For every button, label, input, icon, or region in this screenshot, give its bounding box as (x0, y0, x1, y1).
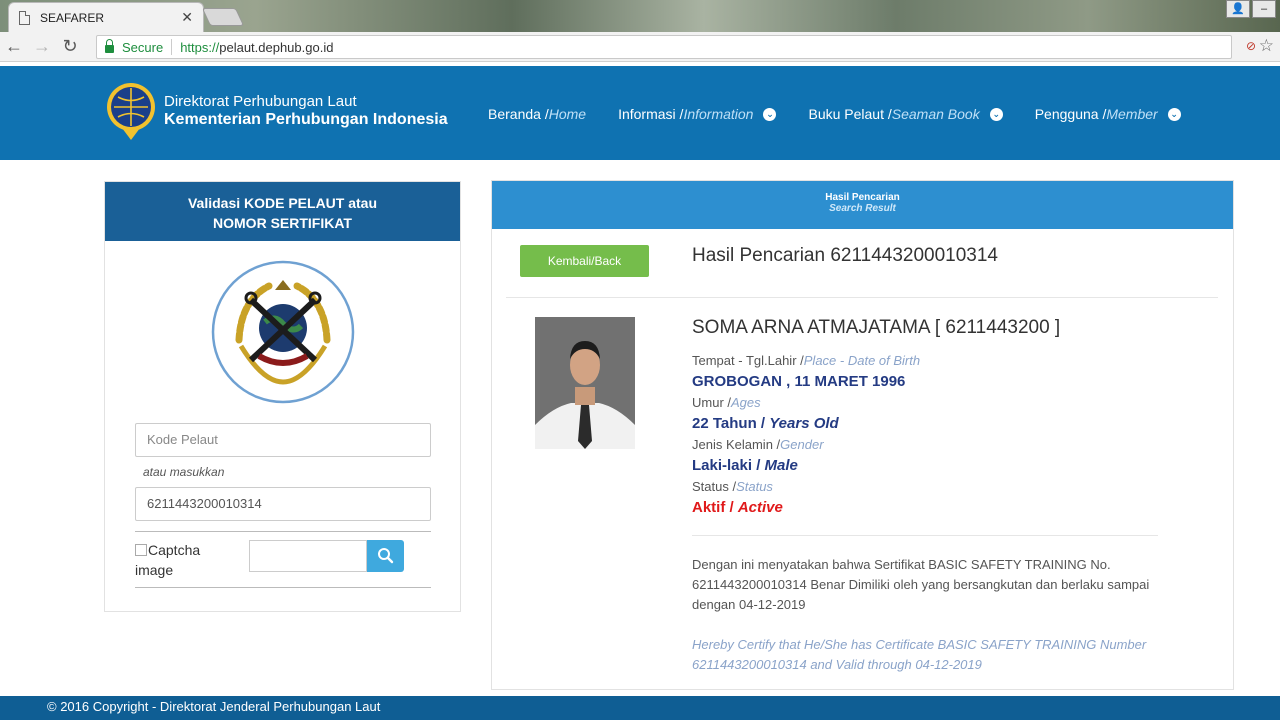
form-divider (135, 587, 431, 588)
validation-title-line2: NOMOR SERTIFIKAT (213, 215, 352, 231)
nav-label-en: Seaman Book (891, 106, 980, 122)
broken-image-icon (135, 544, 147, 556)
nav-label: Pengguna / (1034, 106, 1107, 122)
back-arrow-icon[interactable]: ← (0, 36, 28, 57)
seafarer-name: SOMA ARNA ATMAJATAMA [ 6211443200 ] (692, 317, 1061, 338)
certificate-number-input[interactable]: 6211443200010314 (135, 487, 431, 521)
result-title: Hasil Pencarian 6211443200010314 (692, 245, 999, 266)
ministry-logo-icon (107, 83, 155, 140)
gender-value-id: Laki-laki / (692, 457, 765, 474)
secure-label: Secure (122, 39, 164, 55)
url-host: pelaut.dephub.go.id (219, 39, 334, 55)
org-name-line1: Direktorat Perhubungan Laut (164, 93, 357, 110)
bookmark-star-icon[interactable]: ☆ (1259, 36, 1274, 56)
browser-tabstrip: SEAFARER ✕ 👤 – (0, 0, 1280, 32)
details-divider (692, 535, 1158, 536)
nav-label-en: Information (683, 106, 754, 122)
back-button[interactable]: Kembali/Back (520, 245, 649, 277)
captcha-alt-line2: image (135, 562, 174, 578)
captcha-input[interactable] (249, 540, 367, 572)
search-icon (378, 548, 394, 564)
new-tab-button[interactable] (201, 8, 245, 26)
browser-tab[interactable]: SEAFARER ✕ (8, 2, 204, 32)
nav-item-home[interactable]: Beranda / Home (488, 106, 586, 122)
age-label-en: Ages (731, 395, 761, 410)
gender-label-id: Jenis Kelamin / (692, 437, 781, 452)
birth-label-id: Tempat - Tgl.Lahir / (692, 353, 804, 368)
nav-label: Informasi / (618, 106, 684, 122)
age-value-id: 22 Tahun / (692, 415, 770, 432)
validation-panel: Validasi KODE PELAUT atau NOMOR SERTIFIK… (104, 181, 461, 612)
search-result-panel: Hasil Pencarian Search Result Kembali/Ba… (491, 180, 1234, 690)
site-logo[interactable]: Direktorat Perhubungan Laut Kementerian … (104, 80, 448, 142)
captcha-alt-line1: Captcha (148, 542, 201, 558)
age-value: 22 Tahun / Years Old (692, 413, 1172, 434)
site-settings-icon[interactable]: ⊘ (1246, 39, 1256, 53)
document-icon (19, 10, 30, 25)
search-button[interactable] (367, 540, 404, 572)
gender-value: Laki-laki / Male (692, 455, 1172, 476)
omnibox-separator (171, 39, 173, 55)
nav-label-en: Home (548, 106, 587, 122)
gender-label: Jenis Kelamin /Gender (692, 434, 1172, 455)
seafarer-photo (535, 317, 635, 449)
status-value-en: Active (737, 499, 783, 516)
main-nav: Beranda / Home Informasi / Information ⌄… (488, 106, 1213, 122)
or-enter-hint: atau masukkan (143, 465, 225, 479)
user-icon[interactable]: 👤 (1226, 0, 1250, 18)
chevron-down-icon: ⌄ (1167, 107, 1181, 121)
search-result-header: Hasil Pencarian Search Result (492, 181, 1233, 229)
certificate-statement-en: Hereby Certify that He/She has Certifica… (692, 637, 1147, 672)
site-footer: © 2016 Copyright - Direktorat Jenderal P… (0, 696, 1280, 720)
result-header-subtitle: Search Result (829, 203, 896, 214)
tab-title: SEAFARER (40, 10, 105, 25)
age-value-en: Years Old (769, 415, 839, 432)
nav-item-member[interactable]: Pengguna / Member ⌄ (1035, 106, 1181, 122)
nav-label-en: Member (1106, 106, 1158, 122)
reload-icon[interactable]: ↻ (56, 36, 84, 57)
status-value: Aktif / Active (692, 497, 1172, 518)
status-label-id: Status / (692, 479, 737, 494)
result-divider (506, 297, 1218, 298)
seafarer-details: Tempat - Tgl.Lahir /Place - Date of Birt… (692, 350, 1172, 518)
minimize-icon[interactable]: – (1252, 0, 1276, 18)
status-label-en: Status (736, 479, 773, 494)
url-text: https://pelaut.dephub.go.id (180, 40, 333, 55)
validation-panel-title: Validasi KODE PELAUT atau NOMOR SERTIFIK… (105, 182, 460, 241)
form-divider (135, 531, 431, 532)
nav-label: Beranda / (488, 106, 549, 122)
birth-value: GROBOGAN , 11 MARET 1996 (692, 373, 906, 390)
browser-toolbar: ← → ↻ Secure https://pelaut.dephub.go.id… (0, 32, 1280, 62)
address-bar[interactable]: Secure https://pelaut.dephub.go.id (96, 35, 1232, 59)
lock-icon (105, 39, 114, 53)
birth-label-en: Place - Date of Birth (803, 353, 921, 368)
forward-arrow-icon[interactable]: → (28, 36, 56, 57)
nav-item-information[interactable]: Informasi / Information ⌄ (618, 106, 777, 122)
org-name-line2: Kementerian Perhubungan Indonesia (164, 111, 448, 128)
status-label: Status /Status (692, 476, 1172, 497)
birth-label: Tempat - Tgl.Lahir /Place - Date of Birt… (692, 350, 1172, 371)
certificate-statement-id: Dengan ini menyatakan bahwa Sertifikat B… (692, 557, 1150, 612)
age-label-id: Umur / (692, 395, 731, 410)
site-header: Direktorat Perhubungan Laut Kementerian … (0, 66, 1280, 160)
nav-item-seaman-book[interactable]: Buku Pelaut / Seaman Book ⌄ (808, 106, 1003, 122)
age-label: Umur /Ages (692, 392, 1172, 413)
url-scheme: https:// (180, 39, 220, 55)
result-header-title: Hasil Pencarian (825, 192, 900, 203)
tab-close-icon[interactable]: ✕ (181, 9, 193, 26)
gender-value-en: Male (764, 457, 798, 474)
status-value-id: Aktif / (692, 499, 738, 516)
validation-title-line1: Validasi KODE PELAUT atau (187, 195, 378, 211)
window-controls: 👤 – (1226, 0, 1276, 18)
chevron-down-icon: ⌄ (763, 107, 777, 121)
kode-pelaut-input[interactable]: Kode Pelaut (135, 423, 431, 457)
gender-label-en: Gender (780, 437, 824, 452)
captcha-image: Captcha image (135, 540, 200, 580)
seafarer-emblem-icon (211, 260, 355, 404)
nav-label: Buku Pelaut / (808, 106, 892, 122)
chevron-down-icon: ⌄ (989, 107, 1003, 121)
